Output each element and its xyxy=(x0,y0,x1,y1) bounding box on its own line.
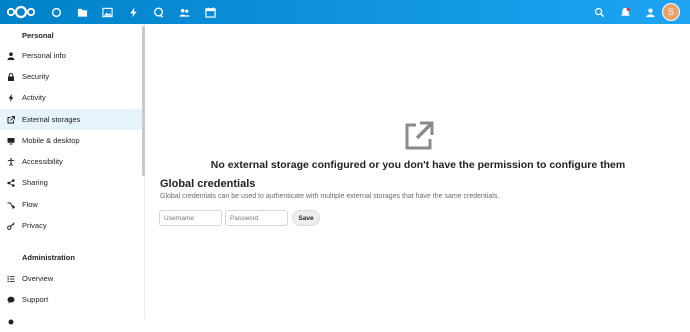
contacts-icon[interactable] xyxy=(176,4,192,20)
dashboard-icon[interactable] xyxy=(48,4,64,20)
flow-icon xyxy=(0,201,22,209)
personal-section-title: Personal xyxy=(22,31,54,40)
sidebar-item-external-storages[interactable]: External storages xyxy=(0,109,142,130)
accessibility-icon xyxy=(0,157,22,166)
global-credentials-description: Global credentials can be used to authen… xyxy=(160,193,500,200)
sidebar-item-privacy[interactable]: Privacy xyxy=(0,215,142,236)
sidebar-item-label: Mobile & desktop xyxy=(22,136,80,145)
username-input[interactable] xyxy=(159,210,222,226)
support-icon xyxy=(0,296,22,304)
sidebar-item-label: Sharing xyxy=(22,178,48,187)
sidebar-item-label: Flow xyxy=(22,200,38,209)
sidebar-item-personal-info[interactable]: Personal info xyxy=(0,45,142,66)
sidebar-item-label: External storages xyxy=(22,115,81,124)
notifications-icon[interactable] xyxy=(617,4,633,20)
nextcloud-logo[interactable] xyxy=(6,4,36,20)
save-button[interactable]: Save xyxy=(292,210,320,226)
activity-icon[interactable] xyxy=(125,4,141,20)
sidebar-item-activity[interactable]: Activity xyxy=(0,87,142,108)
global-credentials-title: Global credentials xyxy=(160,178,256,190)
sidebar-item-label: Accessibility xyxy=(22,157,63,166)
main-content: No external storage configured or you do… xyxy=(146,24,690,319)
empty-state-message: No external storage configured or you do… xyxy=(210,159,626,171)
key-icon xyxy=(0,221,22,230)
search-icon[interactable] xyxy=(591,4,607,20)
sidebar-item-security[interactable]: Security xyxy=(0,66,142,87)
desktop-icon xyxy=(0,137,22,145)
search-talk-icon[interactable] xyxy=(150,4,166,20)
sidebar-item-sharing[interactable]: Sharing xyxy=(0,172,142,193)
avatar-letter: S xyxy=(667,7,674,17)
sidebar-item-label: Privacy xyxy=(22,221,47,230)
contacts-menu-icon[interactable] xyxy=(642,4,658,20)
lock-icon xyxy=(0,72,22,81)
share-icon xyxy=(0,178,22,187)
sidebar-item-label: Overview xyxy=(22,274,54,283)
sidebar-item-label: Support xyxy=(22,295,49,304)
sidebar-item-label: Personal info xyxy=(22,51,66,60)
sidebar-item-label: Activity xyxy=(22,93,46,102)
sidebar-item-support[interactable]: Support xyxy=(0,289,142,310)
sidebar-item-label: Security xyxy=(22,72,50,81)
external-link-icon xyxy=(0,115,22,124)
activity-icon xyxy=(0,93,22,102)
files-icon[interactable] xyxy=(74,4,90,20)
top-bar: S xyxy=(0,0,690,24)
avatar[interactable]: S xyxy=(662,3,680,21)
sidebar-item-partial[interactable] xyxy=(0,311,142,332)
user-icon xyxy=(0,51,22,60)
sidebar-scrollbar[interactable] xyxy=(142,26,145,176)
sidebar-item-overview[interactable]: Overview xyxy=(0,268,142,289)
settings-sidebar: Personal Personal info Security Activity… xyxy=(0,24,145,324)
list-icon xyxy=(0,275,22,283)
external-storage-icon xyxy=(404,121,434,151)
photos-icon[interactable] xyxy=(99,4,115,20)
sidebar-item-mobile-desktop[interactable]: Mobile & desktop xyxy=(0,130,142,151)
sidebar-item-flow[interactable]: Flow xyxy=(0,194,142,215)
sidebar-item-accessibility[interactable]: Accessibility xyxy=(0,151,142,172)
calendar-icon[interactable] xyxy=(202,4,218,20)
administration-section-title: Administration xyxy=(22,253,75,262)
password-input[interactable] xyxy=(225,210,288,226)
